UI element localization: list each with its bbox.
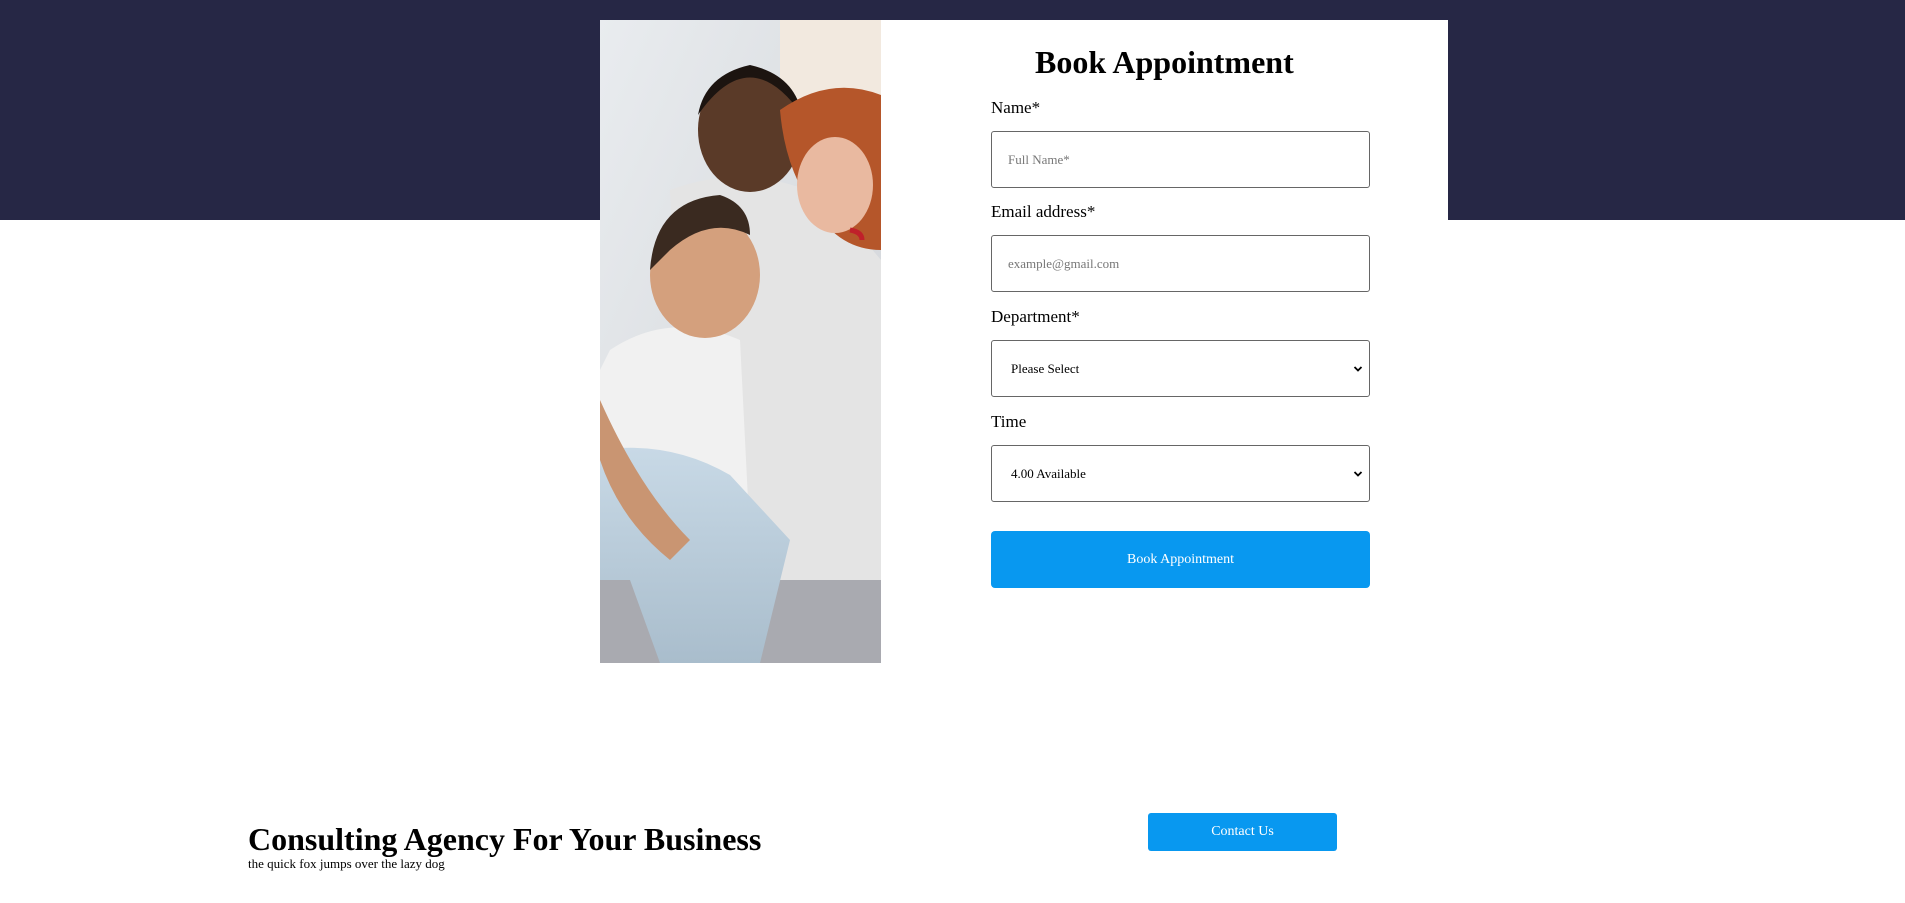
name-field[interactable] [992, 132, 1369, 187]
time-selected-value: 4.00 Available [1011, 465, 1086, 481]
footer-title: Consulting Agency For Your Business [248, 821, 762, 857]
form-title: Book Appointment [1035, 44, 1294, 80]
email-label: Email address* [991, 202, 1096, 221]
family-photo-illustration [600, 20, 881, 663]
name-label: Name* [991, 98, 1041, 117]
family-photo [600, 20, 881, 663]
email-field[interactable] [992, 236, 1369, 291]
contact-us-button[interactable]: Contact Us [1148, 813, 1337, 851]
name-field-container [991, 131, 1370, 188]
time-select[interactable]: 4.00 Available [991, 445, 1370, 502]
appointment-card: Book Appointment Name* Email address* De… [600, 20, 1448, 663]
email-field-container [991, 235, 1370, 292]
chevron-down-icon [1353, 470, 1363, 477]
time-label: Time [991, 412, 1027, 431]
book-appointment-button[interactable]: Book Appointment [991, 531, 1370, 588]
department-selected-value: Please Select [1011, 360, 1080, 376]
department-select[interactable]: Please Select [991, 340, 1370, 397]
footer-subtitle: the quick fox jumps over the lazy dog [248, 856, 445, 871]
chevron-down-icon [1353, 365, 1363, 372]
department-label: Department* [991, 307, 1080, 326]
